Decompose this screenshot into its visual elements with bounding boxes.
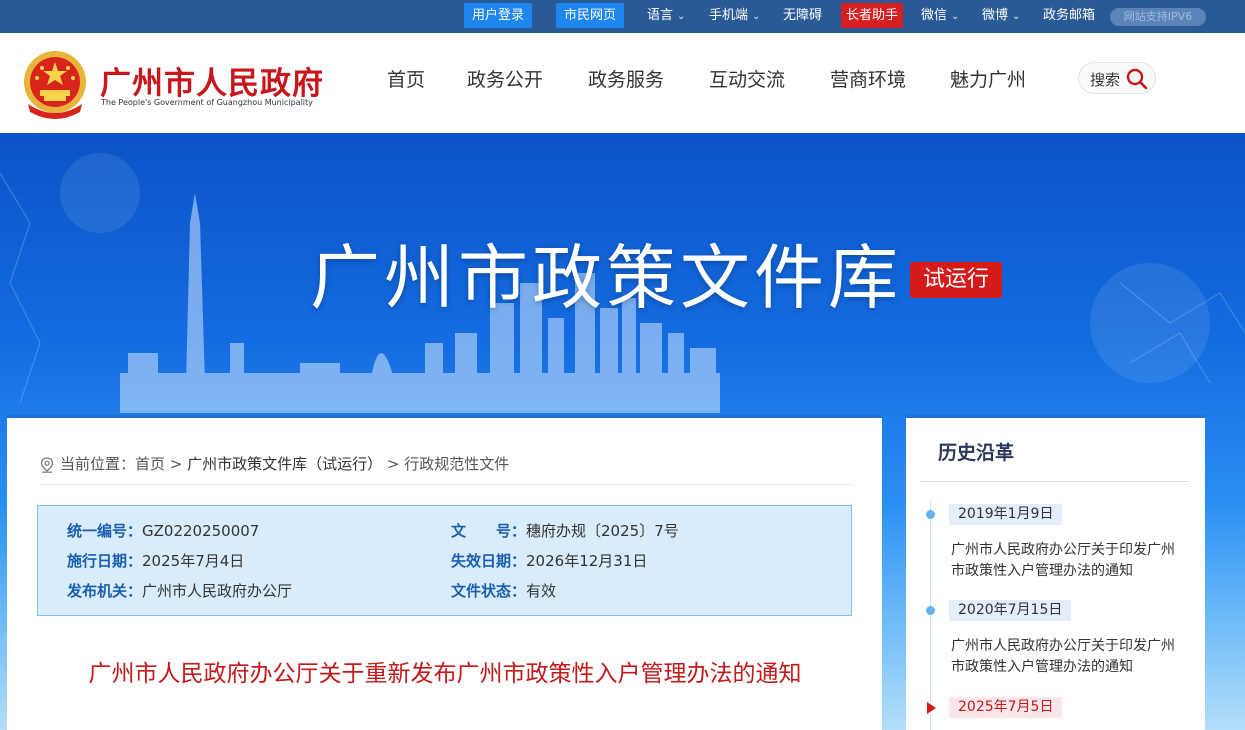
- info-expiry-date: 失效日期：2026年12月31日: [451, 550, 647, 571]
- info-number-key: 文 号：: [451, 522, 527, 540]
- national-emblem-icon: [24, 51, 86, 119]
- search-button[interactable]: 搜索: [1078, 62, 1156, 94]
- breadcrumb-home[interactable]: 首页: [135, 455, 165, 473]
- document-title: 广州市人民政府办公厅关于重新发布广州市政策性入户管理办法的通知: [88, 661, 802, 687]
- gov-mail-link[interactable]: 政务邮箱: [1043, 3, 1095, 28]
- chevron-down-icon: ⌄: [1012, 11, 1021, 22]
- divider: [921, 481, 1189, 482]
- timeline-dot-icon: [926, 606, 935, 615]
- breadcrumb-label: 当前位置：: [60, 455, 136, 473]
- info-number-value: 穗府办规〔2025〕7号: [526, 522, 679, 540]
- history-link[interactable]: 广州市人民政府办公厅关于印发广州市政策性入户管理办法的通知: [951, 636, 1183, 678]
- breadcrumb-separator: >: [165, 455, 188, 473]
- nav-gov-services[interactable]: 政务服务: [588, 65, 664, 92]
- location-pin-icon: [40, 456, 54, 473]
- search-icon: [1126, 68, 1148, 90]
- citizen-page-label: 市民网页: [564, 8, 617, 23]
- search-label: 搜索: [1090, 71, 1121, 89]
- nav-interaction[interactable]: 互动交流: [709, 65, 785, 92]
- site-name-english: The People's Government of Guangzhou Mun…: [101, 98, 313, 107]
- nav-business-environment[interactable]: 营商环境: [830, 65, 906, 92]
- info-effective-value: 2025年7月4日: [142, 552, 245, 570]
- mobile-dropdown[interactable]: 手机端 ⌄: [709, 3, 760, 28]
- wechat-dropdown[interactable]: 微信 ⌄: [921, 3, 959, 28]
- login-label: 用户登录: [472, 8, 525, 23]
- language-label: 语言: [647, 8, 674, 23]
- wechat-label: 微信: [921, 8, 948, 23]
- accessibility-link[interactable]: 无障碍: [783, 3, 822, 28]
- elderly-assistant-button[interactable]: 长者助手: [841, 3, 904, 28]
- info-status-value: 有效: [526, 582, 557, 600]
- nav-gov-affairs-open[interactable]: 政务公开: [467, 65, 543, 92]
- site-name[interactable]: 广州市人民政府: [100, 58, 324, 103]
- info-status-key: 文件状态：: [451, 582, 527, 600]
- weibo-label: 微博: [982, 8, 1009, 23]
- breadcrumb-separator: >: [382, 455, 405, 473]
- ipv6-badge: 网站支持IPV6: [1110, 8, 1206, 26]
- current-marker-icon: [927, 702, 936, 714]
- info-issuer-value: 广州市人民政府办公厅: [142, 582, 293, 600]
- info-expiry-key: 失效日期：: [451, 552, 527, 570]
- history-link[interactable]: 广州市人民政府办公厅关于印发广州市政策性入户管理办法的通知: [951, 540, 1183, 582]
- info-issuer-key: 发布机关：: [67, 582, 143, 600]
- breadcrumb-library[interactable]: 广州市政策文件库（试运行）: [187, 455, 382, 473]
- weibo-dropdown[interactable]: 微博 ⌄: [982, 3, 1020, 28]
- mail-label: 政务邮箱: [1043, 8, 1096, 23]
- accessibility-label: 无障碍: [783, 8, 823, 23]
- history-date-current[interactable]: 2025年7月5日: [949, 697, 1063, 718]
- timeline-dot-icon: [926, 510, 935, 519]
- language-dropdown[interactable]: 语言 ⌄: [647, 3, 685, 28]
- history-date: 2019年1月9日: [949, 504, 1063, 525]
- login-button[interactable]: 用户登录: [464, 3, 533, 28]
- elderly-label: 长者助手: [846, 8, 899, 23]
- chevron-down-icon: ⌄: [951, 11, 960, 22]
- info-number: 文 号：穗府办规〔2025〕7号: [451, 520, 679, 541]
- info-effective-key: 施行日期：: [67, 552, 143, 570]
- chevron-down-icon: ⌄: [677, 11, 686, 22]
- mobile-label: 手机端: [709, 8, 749, 23]
- info-effective-date: 施行日期：2025年7月4日: [67, 550, 244, 571]
- history-title: 历史沿革: [938, 442, 1015, 464]
- nav-home[interactable]: 首页: [387, 65, 425, 92]
- history-date: 2020年7月15日: [949, 600, 1072, 621]
- divider: [40, 484, 852, 485]
- info-code-key: 统一编号：: [67, 522, 143, 540]
- breadcrumb: 当前位置：首页 > 广州市政策文件库（试运行） > 行政规范性文件: [40, 453, 509, 474]
- timeline-line: [930, 500, 931, 730]
- banner-title: 广州市政策文件库: [310, 237, 902, 319]
- info-status: 文件状态：有效: [451, 580, 556, 601]
- info-code-value: GZ0220250007: [142, 522, 260, 540]
- breadcrumb-category[interactable]: 行政规范性文件: [404, 455, 509, 473]
- info-code: 统一编号：GZ0220250007: [67, 520, 259, 541]
- nav-charm-guangzhou[interactable]: 魅力广州: [950, 65, 1026, 92]
- info-expiry-value: 2026年12月31日: [526, 552, 648, 570]
- trial-badge: 试运行: [910, 262, 1002, 298]
- citizen-page-link[interactable]: 市民网页: [556, 3, 625, 28]
- info-issuer: 发布机关：广州市人民政府办公厅: [67, 580, 292, 601]
- chevron-down-icon: ⌄: [752, 11, 761, 22]
